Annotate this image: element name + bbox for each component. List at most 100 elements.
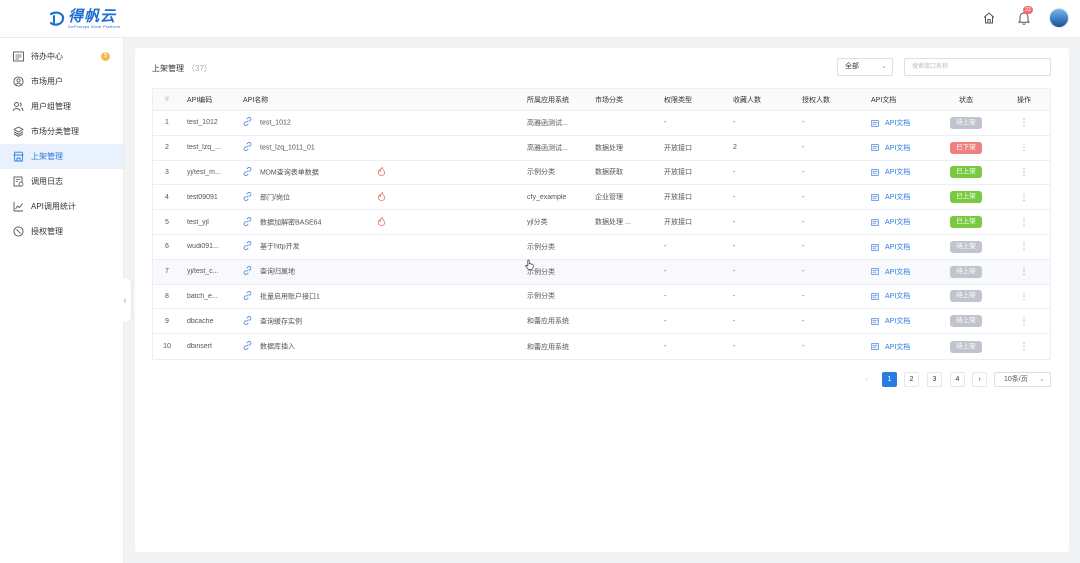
link-icon <box>243 241 252 252</box>
api-name-cell[interactable]: 批量启用账户接口1 <box>243 290 363 302</box>
table-row[interactable]: 5 test_yjl 数据加解密BASE64 yjl分类 数据处理 ... 开放接口 - - A… <box>153 210 1050 235</box>
page-button-3[interactable]: 3 <box>927 372 942 387</box>
table-row[interactable]: 3 yj/test_m... MDM查询表单数据 示例分类 数据获取 开放接口 - - API文… <box>153 161 1050 186</box>
api-name: 数据库插入 <box>260 343 295 351</box>
document-icon <box>871 293 879 301</box>
table-row[interactable]: 6 wudi091... 基于http开发 示例分类 - - - API文档 待上架 ⋮ <box>153 235 1050 260</box>
more-actions-button[interactable]: ⋮ <box>1011 142 1037 153</box>
more-actions-button[interactable]: ⋮ <box>1011 192 1037 203</box>
api-name-cell[interactable]: test_lzq_1011_01 <box>243 142 363 153</box>
api-doc-link[interactable]: API文档 <box>871 192 931 202</box>
more-actions-button[interactable]: ⋮ <box>1011 241 1037 252</box>
col-api-name: API名称 <box>243 96 269 104</box>
permission-type: - <box>664 268 667 276</box>
more-actions-button[interactable]: ⋮ <box>1011 167 1037 178</box>
api-doc-link[interactable]: API文档 <box>871 291 931 301</box>
api-doc-label: API文档 <box>885 268 911 276</box>
api-doc-link[interactable]: API文档 <box>871 242 931 252</box>
page-size-select[interactable]: 10条/页 ⌄ <box>994 372 1051 387</box>
api-name-cell[interactable]: 查询归属地 <box>243 266 363 277</box>
table-row[interactable]: 4 test09091 部门/岗位 cfy_example 企业管理 开放接口 - - API文… <box>153 185 1050 211</box>
more-actions-button[interactable]: ⋮ <box>1011 316 1037 327</box>
authorized-count: - <box>802 119 805 127</box>
sidebar-item-call-log[interactable]: 调用日志 <box>0 169 123 194</box>
home-icon[interactable] <box>982 11 996 25</box>
status-cell: 待上架 <box>943 116 989 129</box>
status-badge[interactable]: 待上架 <box>950 315 982 328</box>
api-doc-link[interactable]: API文档 <box>871 167 931 177</box>
status-badge[interactable]: 已上架 <box>950 216 982 229</box>
status-badge[interactable]: 已下架 <box>950 141 982 154</box>
more-actions-button[interactable]: ⋮ <box>1011 291 1037 302</box>
favorites-count: - <box>733 343 736 351</box>
api-doc-label: API文档 <box>885 194 911 202</box>
link-icon <box>243 216 252 228</box>
app-system: 示例分类 <box>527 169 555 177</box>
api-name-cell[interactable]: test_1012 <box>243 117 363 128</box>
api-doc-link[interactable]: API文档 <box>871 217 931 227</box>
log-icon <box>12 176 24 188</box>
table-row[interactable]: 10 dbinsert 数据库插入 和蕾应用系统 - - - API文档 待上架 ⋮ <box>153 334 1050 359</box>
status-badge[interactable]: 已上架 <box>950 166 982 179</box>
status-badge[interactable]: 待上架 <box>950 340 982 353</box>
page-button-2[interactable]: 2 <box>904 372 919 387</box>
next-page-button[interactable]: › <box>972 372 987 387</box>
permission-type: - <box>664 343 667 351</box>
api-name-cell[interactable]: MDM查询表单数据 <box>243 166 363 178</box>
api-doc-link[interactable]: API文档 <box>871 267 931 277</box>
sidebar-item-user-groups[interactable]: 用户组管理 <box>0 94 123 119</box>
notification-button[interactable]: 22 <box>1017 6 1033 26</box>
status-cell: 已上架 <box>943 166 989 179</box>
api-doc-label: API文档 <box>885 293 911 301</box>
search-input[interactable] <box>904 58 1051 76</box>
table-row[interactable]: 2 test_lzq_... test_lzq_1011_01 高雅函测试... 数据处… <box>153 136 1050 161</box>
table-row[interactable]: 7 yj/test_c... 查询归属地 示例分类 - - - API文档 待上架 ⋮ <box>153 259 1050 285</box>
sidebar-item-api-stats[interactable]: API调用统计 <box>0 194 123 219</box>
api-doc-link[interactable]: API文档 <box>871 118 931 128</box>
user-avatar[interactable] <box>1049 8 1069 28</box>
api-name: 批量启用账户接口1 <box>260 293 320 301</box>
more-vertical-icon: ⋮ <box>1019 241 1029 252</box>
table-row[interactable]: 9 dbcache 查询缓存实例 和蕾应用系统 - - - API文档 待上架 ⋮ <box>153 309 1050 335</box>
status-badge[interactable]: 待上架 <box>950 290 982 303</box>
sidebar-item-listing[interactable]: 上架管理 <box>0 144 123 169</box>
sidebar-item-todo[interactable]: 待办中心 5 <box>0 44 123 69</box>
api-name-cell[interactable]: 数据库插入 <box>243 341 363 352</box>
more-vertical-icon: ⋮ <box>1019 142 1029 153</box>
api-name: test_1012 <box>260 119 291 127</box>
prev-page-button[interactable]: ‹ <box>859 372 874 387</box>
table-row[interactable]: 8 batch_e... 批量启用账户接口1 示例分类 - - - API文档 待上架 ⋮ <box>153 285 1050 310</box>
table-row[interactable]: 1 test_1012 test_1012 高雅函测试... - - - API文档 待上架 ⋮ <box>153 111 1050 136</box>
more-actions-button[interactable]: ⋮ <box>1011 217 1037 228</box>
app-system: 示例分类 <box>527 243 555 251</box>
api-doc-link[interactable]: API文档 <box>871 143 931 153</box>
api-code: yj/test_m... <box>187 168 221 176</box>
page-button-1[interactable]: 1 <box>882 372 897 387</box>
page-button-4[interactable]: 4 <box>950 372 965 387</box>
col-market-category: 市场分类 <box>595 96 623 104</box>
status-filter-select[interactable]: 全部 ⌄ <box>837 58 893 76</box>
sidebar-item-market-users[interactable]: 市场用户 <box>0 69 123 94</box>
status-badge[interactable]: 已上架 <box>950 191 982 204</box>
api-name-cell[interactable]: 基于http开发 <box>243 241 363 252</box>
todo-list-icon <box>12 51 24 63</box>
api-name-cell[interactable]: 数据加解密BASE64 <box>243 216 363 228</box>
status-badge[interactable]: 待上架 <box>950 265 982 278</box>
authorized-count: - <box>802 193 805 201</box>
status-badge[interactable]: 待上架 <box>950 240 982 253</box>
brand-logo[interactable]: 得帆云 DeFinesys iDeal Platform <box>48 6 120 32</box>
more-actions-button[interactable]: ⋮ <box>1011 266 1037 277</box>
sidebar-item-market-category[interactable]: 市场分类管理 <box>0 119 123 144</box>
api-code: test_lzq_... <box>187 144 221 152</box>
sidebar-item-authorization[interactable]: 授权管理 <box>0 219 123 244</box>
more-vertical-icon: ⋮ <box>1019 216 1029 227</box>
sidebar-collapse-toggle[interactable]: ‹ <box>119 278 131 322</box>
api-doc-link[interactable]: API文档 <box>871 342 931 352</box>
more-actions-button[interactable]: ⋮ <box>1011 341 1037 352</box>
document-icon <box>871 243 879 251</box>
api-name-cell[interactable]: 部门/岗位 <box>243 191 363 203</box>
api-doc-link[interactable]: API文档 <box>871 316 931 326</box>
api-name-cell[interactable]: 查询缓存实例 <box>243 315 363 327</box>
more-actions-button[interactable]: ⋮ <box>1011 117 1037 128</box>
status-badge[interactable]: 待上架 <box>950 116 982 129</box>
